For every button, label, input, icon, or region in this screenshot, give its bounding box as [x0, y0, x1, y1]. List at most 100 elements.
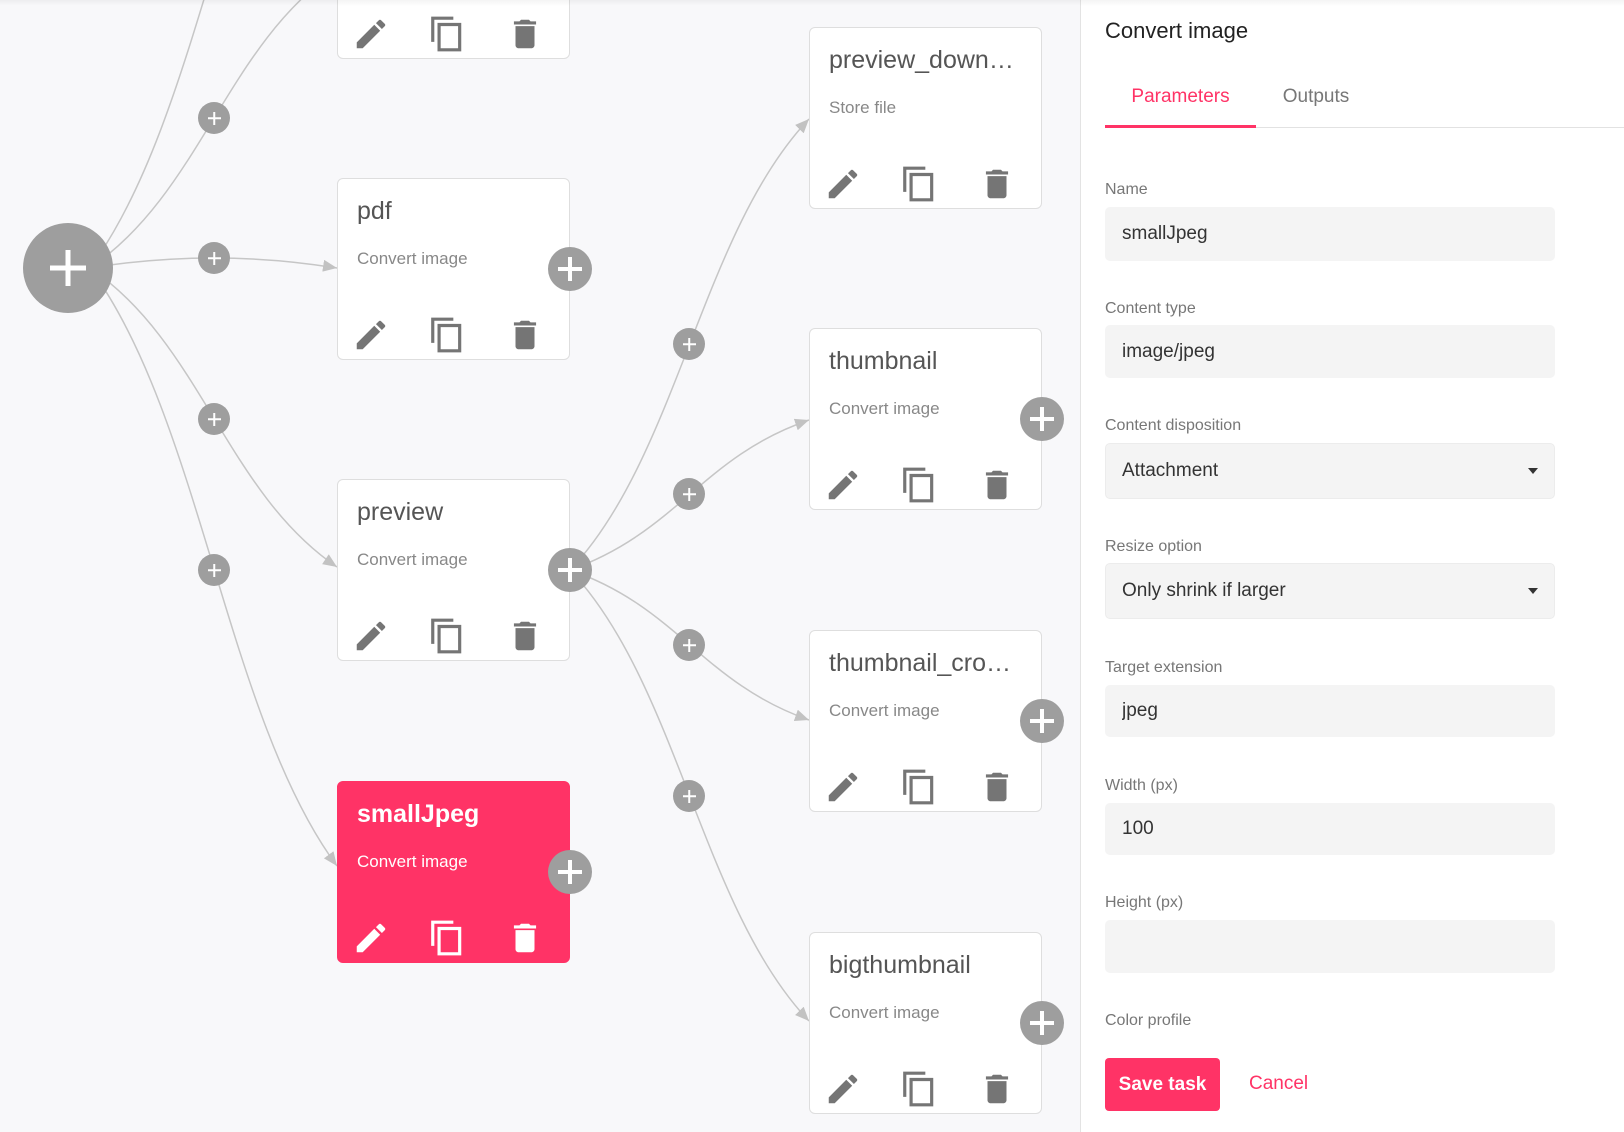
add-output-task-button[interactable] — [548, 247, 592, 291]
plus-icon — [683, 790, 696, 803]
task-node[interactable]: preview_down… Store file — [809, 27, 1042, 209]
workflow-canvas[interactable]: pdf Convert image preview Convert image … — [0, 0, 1080, 1132]
pencil-icon — [352, 617, 390, 655]
insert-task-button[interactable] — [198, 554, 230, 586]
trash-icon — [978, 1070, 1016, 1108]
node-type: Convert image — [357, 550, 468, 569]
add-output-task-button[interactable] — [1020, 699, 1064, 743]
resize-option-label: Resize option — [1105, 538, 1202, 555]
delete-task-button[interactable] — [506, 919, 544, 957]
add-output-task-button[interactable] — [548, 548, 592, 592]
color-profile-label: Color profile — [1105, 1012, 1192, 1029]
cancel-button[interactable]: Cancel — [1249, 1072, 1308, 1096]
trash-icon — [506, 617, 544, 655]
node-title: preview_down… — [829, 46, 1014, 74]
delete-task-button[interactable] — [978, 1070, 1016, 1108]
plus-icon — [1030, 407, 1054, 431]
edge — [89, 0, 205, 269]
edit-task-button[interactable] — [352, 617, 390, 655]
copy-icon — [428, 617, 466, 655]
name-input[interactable] — [1105, 207, 1555, 261]
content-disposition-select[interactable]: Attachment — [1105, 443, 1555, 499]
duplicate-task-button[interactable] — [428, 617, 466, 655]
delete-task-button[interactable] — [978, 466, 1016, 504]
duplicate-task-button[interactable] — [900, 768, 938, 806]
plus-icon — [558, 860, 582, 884]
copy-icon — [428, 919, 466, 957]
duplicate-task-button[interactable] — [900, 165, 938, 203]
delete-task-button[interactable] — [506, 316, 544, 354]
insert-task-button[interactable] — [673, 478, 705, 510]
insert-task-button[interactable] — [198, 102, 230, 134]
task-node[interactable]: bigthumbnail Convert image — [809, 932, 1042, 1114]
copy-icon — [900, 768, 938, 806]
tab-outputs[interactable]: Outputs — [1256, 85, 1376, 109]
edit-task-button[interactable] — [824, 1070, 862, 1108]
target-extension-input[interactable] — [1105, 685, 1555, 737]
content-type-label: Content type — [1105, 300, 1196, 317]
content-disposition-label: Content disposition — [1105, 417, 1242, 434]
plus-icon — [50, 250, 86, 286]
resize-option-value: Only shrink if larger — [1122, 580, 1286, 601]
node-title: preview — [357, 498, 444, 526]
delete-task-button[interactable] — [978, 768, 1016, 806]
pencil-icon — [352, 919, 390, 957]
edit-task-button[interactable] — [352, 15, 390, 53]
node-title: bigthumbnail — [829, 951, 971, 979]
task-settings-panel: Convert image Parameters Outputs Name Co… — [1080, 0, 1624, 1132]
resize-option-select[interactable]: Only shrink if larger — [1105, 563, 1555, 619]
edge — [89, 0, 302, 269]
task-node[interactable]: thumbnail_cro… Convert image — [809, 630, 1042, 812]
node-title: thumbnail_cro… — [829, 649, 1012, 677]
task-node-selected[interactable]: smallJpeg Convert image — [337, 781, 570, 963]
edit-task-button[interactable] — [352, 316, 390, 354]
insert-task-button[interactable] — [673, 780, 705, 812]
insert-task-button[interactable] — [198, 242, 230, 274]
add-output-task-button[interactable] — [1020, 1001, 1064, 1045]
duplicate-task-button[interactable] — [900, 466, 938, 504]
insert-task-button[interactable] — [673, 328, 705, 360]
edit-task-button[interactable] — [352, 919, 390, 957]
delete-task-button[interactable] — [506, 617, 544, 655]
add-root-task-button[interactable] — [23, 223, 113, 313]
content-type-input[interactable] — [1105, 325, 1555, 378]
task-node[interactable] — [337, 0, 570, 59]
duplicate-task-button[interactable] — [428, 15, 466, 53]
add-output-task-button[interactable] — [1020, 397, 1064, 441]
task-node[interactable]: thumbnail Convert image — [809, 328, 1042, 510]
save-task-button[interactable]: Save task — [1105, 1058, 1220, 1111]
insert-task-button[interactable] — [673, 629, 705, 661]
add-output-task-button[interactable] — [548, 850, 592, 894]
trash-icon — [506, 316, 544, 354]
delete-task-button[interactable] — [978, 165, 1016, 203]
plus-icon — [558, 257, 582, 281]
caret-down-icon — [1528, 468, 1538, 474]
height-input[interactable] — [1105, 920, 1555, 973]
width-label: Width (px) — [1105, 777, 1178, 794]
plus-icon — [208, 413, 221, 426]
insert-task-button[interactable] — [198, 403, 230, 435]
edit-task-button[interactable] — [824, 466, 862, 504]
width-input[interactable] — [1105, 803, 1555, 855]
duplicate-task-button[interactable] — [428, 919, 466, 957]
delete-task-button[interactable] — [506, 15, 544, 53]
tab-parameters[interactable]: Parameters — [1105, 85, 1256, 109]
copy-icon — [428, 15, 466, 53]
plus-icon — [683, 488, 696, 501]
active-tab-indicator — [1105, 125, 1256, 128]
edit-task-button[interactable] — [824, 768, 862, 806]
copy-icon — [900, 165, 938, 203]
task-node[interactable]: preview Convert image — [337, 479, 570, 661]
duplicate-task-button[interactable] — [900, 1070, 938, 1108]
task-node[interactable]: pdf Convert image — [337, 178, 570, 360]
node-type: Convert image — [357, 249, 468, 268]
copy-icon — [428, 316, 466, 354]
trash-icon — [978, 466, 1016, 504]
trash-icon — [506, 919, 544, 957]
duplicate-task-button[interactable] — [428, 316, 466, 354]
node-title: pdf — [357, 197, 392, 225]
pencil-icon — [824, 768, 862, 806]
edit-task-button[interactable] — [824, 165, 862, 203]
node-title: thumbnail — [829, 347, 938, 375]
trash-icon — [506, 15, 544, 53]
